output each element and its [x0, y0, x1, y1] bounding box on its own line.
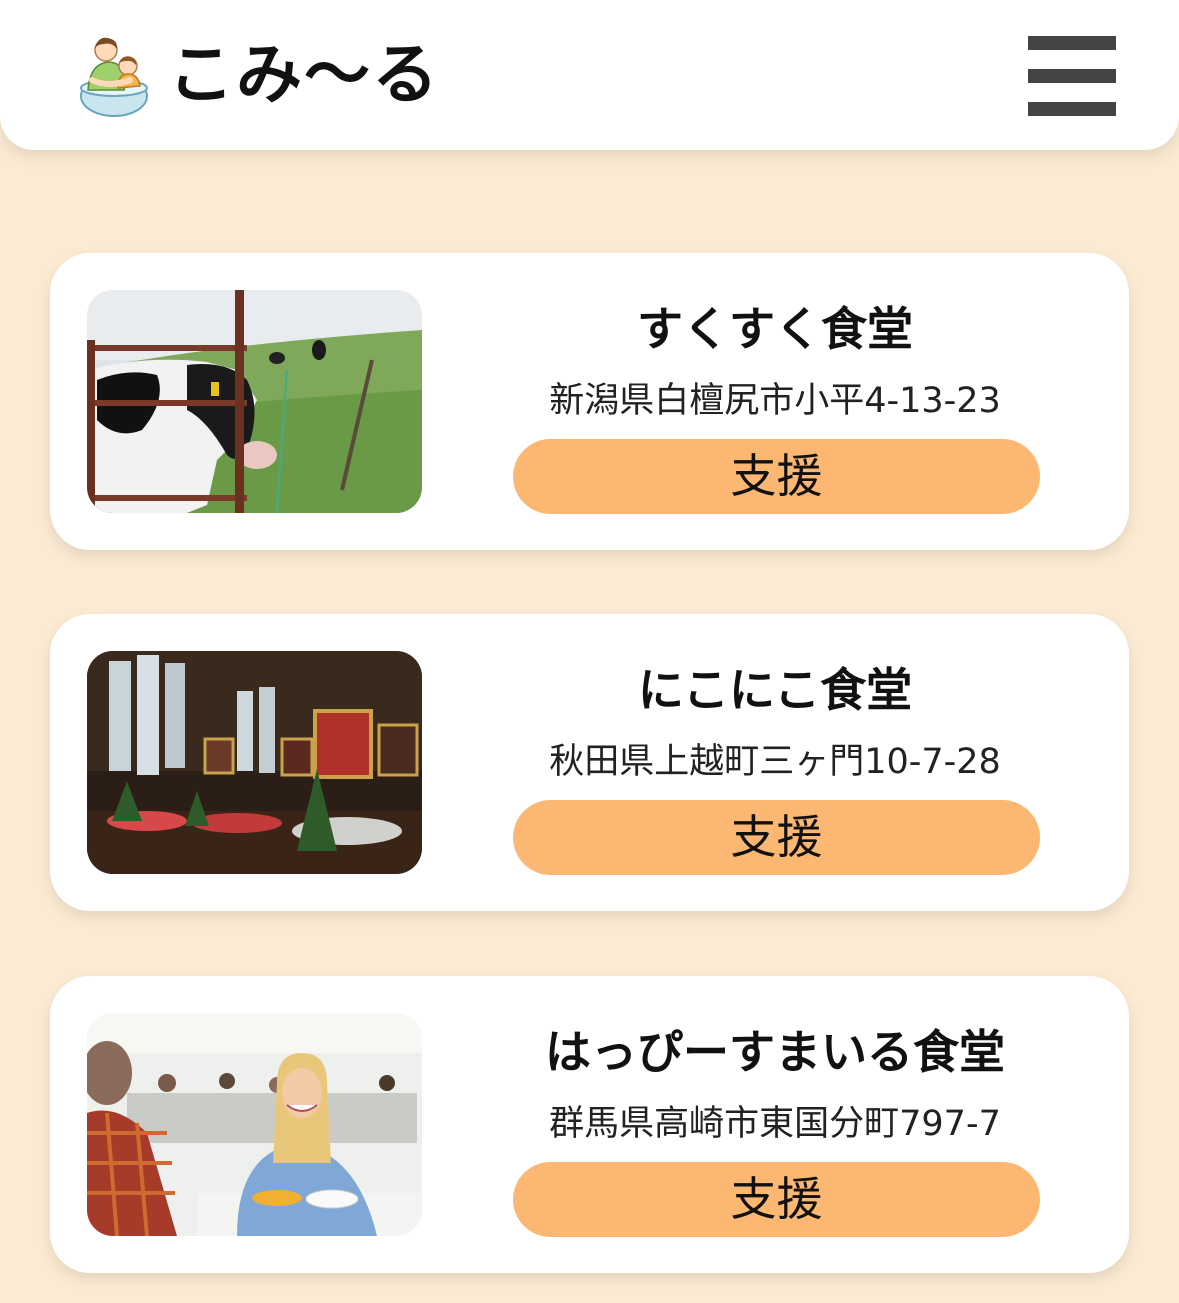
cafeteria-address: 群馬県高崎市東国分町797-7 [549, 1104, 1001, 1144]
app-header: こみ〜る [0, 0, 1179, 150]
support-button[interactable]: 支援 [513, 439, 1040, 514]
smiling-woman-cafeteria-photo [87, 1013, 422, 1236]
menu-bar [1028, 102, 1116, 116]
cafeteria-card[interactable]: すくすく食堂 新潟県白檀尻市小平4-13-23 支援 [50, 253, 1129, 550]
gothic-dining-hall-photo [87, 651, 422, 874]
cafeteria-name: はっぴーすまいる食堂 [545, 1025, 1005, 1079]
support-button[interactable]: 支援 [513, 1162, 1040, 1237]
app-title: こみ〜る [168, 36, 440, 113]
hamburger-menu-icon[interactable] [1026, 34, 1116, 118]
parent-hugging-child-logo-icon[interactable] [78, 32, 150, 122]
cafeteria-address: 秋田県上越町三ヶ門10-7-28 [549, 742, 1001, 782]
cafeteria-name: にこにこ食堂 [637, 663, 913, 717]
cows-behind-fence-photo [87, 290, 422, 513]
menu-bar [1028, 36, 1116, 50]
cafeteria-card[interactable]: にこにこ食堂 秋田県上越町三ヶ門10-7-28 支援 [50, 614, 1129, 911]
menu-bar [1028, 69, 1116, 83]
cafeteria-address: 新潟県白檀尻市小平4-13-23 [549, 381, 1001, 421]
cafeteria-name: すくすく食堂 [637, 302, 913, 356]
cafeteria-card[interactable]: はっぴーすまいる食堂 群馬県高崎市東国分町797-7 支援 [50, 976, 1129, 1273]
support-button[interactable]: 支援 [513, 800, 1040, 875]
